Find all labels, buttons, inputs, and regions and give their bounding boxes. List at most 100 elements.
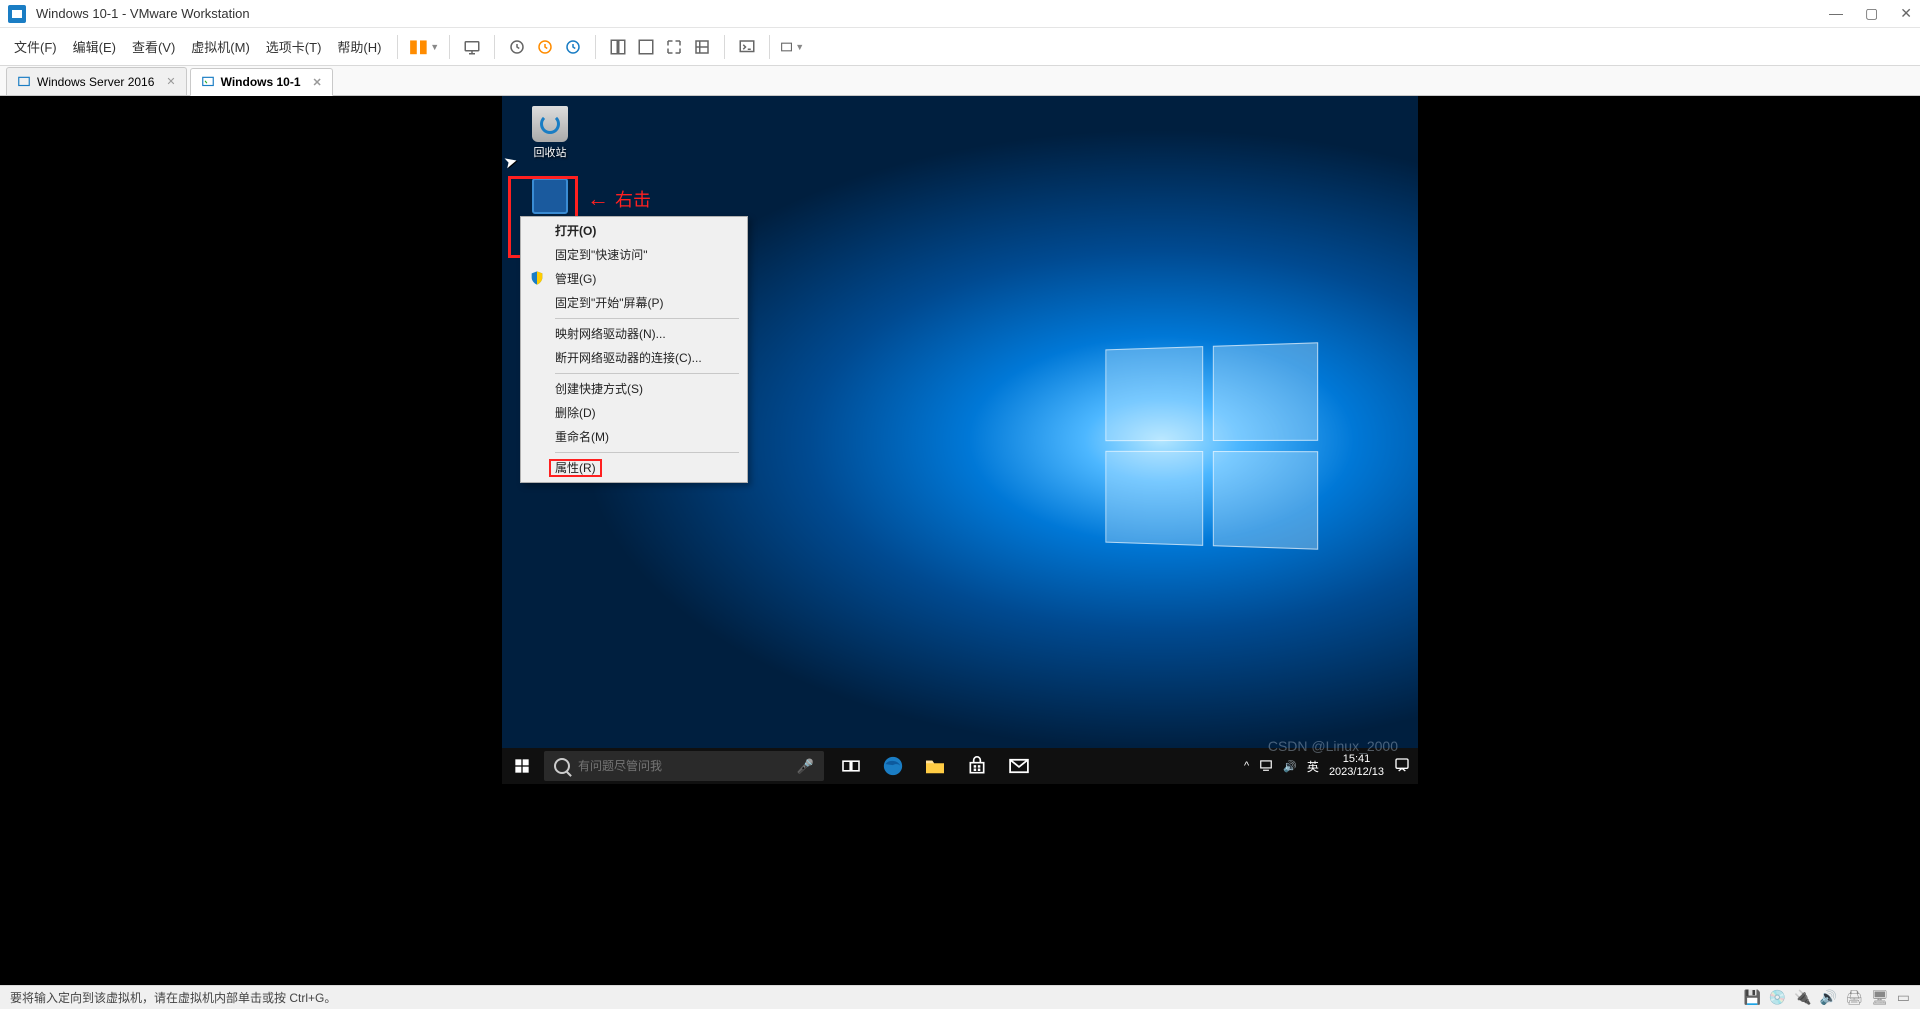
- search-input[interactable]: [578, 759, 789, 773]
- cm-disconnect-network-drive[interactable]: 断开网络驱动器的连接(C)...: [521, 346, 747, 370]
- vmware-status-tray: 💾 💿 🔌 🔊 🖨 🖥 ▭: [1743, 989, 1910, 1006]
- microphone-icon[interactable]: 🎤: [797, 758, 814, 775]
- menu-separator: [397, 35, 398, 59]
- cm-delete[interactable]: 删除(D): [521, 401, 747, 425]
- clock-date: 2023/12/13: [1329, 766, 1384, 779]
- cm-manage[interactable]: 管理(G): [521, 267, 747, 291]
- snapshot-manager-button[interactable]: [561, 35, 585, 59]
- minimize-button[interactable]: —: [1829, 5, 1843, 22]
- send-ctrl-alt-del-button[interactable]: [460, 35, 484, 59]
- network-icon[interactable]: [1259, 758, 1273, 775]
- this-pc-image: [532, 178, 568, 214]
- recycle-bin-label: 回收站: [520, 144, 580, 160]
- store-icon[interactable]: [956, 748, 998, 784]
- toolbar-separator: [449, 35, 450, 59]
- taskbar-search[interactable]: 🎤: [544, 751, 824, 781]
- console-button[interactable]: [735, 35, 759, 59]
- annotation-label: 右击: [615, 186, 651, 212]
- status-more-icon[interactable]: ▭: [1897, 989, 1910, 1006]
- annotation-arrow: ← 右击: [587, 186, 651, 212]
- host-window-title: Windows 10-1 - VMware Workstation: [36, 6, 250, 21]
- cm-separator: [555, 373, 739, 374]
- menu-vm[interactable]: 虚拟机(M): [185, 33, 256, 60]
- view-single-button[interactable]: [606, 35, 630, 59]
- vmware-app-icon: [8, 5, 26, 23]
- recycle-bin-icon[interactable]: 回收站: [520, 106, 580, 160]
- mail-icon[interactable]: [998, 748, 1040, 784]
- cm-pin-start[interactable]: 固定到"开始"屏幕(P): [521, 291, 747, 315]
- status-display-icon[interactable]: 🖥: [1871, 989, 1889, 1006]
- this-pc-icon[interactable]: [520, 178, 580, 216]
- context-menu: 打开(O) 固定到"快速访问" 管理(G) 固定到"开始"屏幕(P) 映射网络驱…: [520, 216, 748, 483]
- status-cd-icon[interactable]: 💿: [1769, 989, 1786, 1006]
- vmware-menubar: 文件(F) 编辑(E) 查看(V) 虚拟机(M) 选项卡(T) 帮助(H) ▮▮…: [0, 28, 1920, 66]
- taskbar-clock[interactable]: 15:41 2023/12/13: [1329, 753, 1384, 779]
- chevron-down-icon[interactable]: ▼: [795, 42, 804, 52]
- vm-tab-icon: [17, 75, 31, 89]
- clock-time: 15:41: [1329, 753, 1384, 766]
- cm-properties[interactable]: 属性(R): [521, 456, 747, 480]
- toolbar-separator: [724, 35, 725, 59]
- maximize-button[interactable]: ▢: [1865, 5, 1878, 22]
- unity-button[interactable]: [690, 35, 714, 59]
- vm-tab-icon: [201, 75, 215, 89]
- menu-tabs[interactable]: 选项卡(T): [260, 33, 328, 60]
- menu-edit[interactable]: 编辑(E): [67, 33, 122, 60]
- vm-tab-win10[interactable]: Windows 10-1 ✕: [190, 68, 333, 96]
- chevron-down-icon[interactable]: ▼: [430, 42, 439, 52]
- language-indicator[interactable]: 英: [1307, 758, 1319, 775]
- menu-help[interactable]: 帮助(H): [331, 33, 387, 60]
- menu-view[interactable]: 查看(V): [126, 33, 181, 60]
- vm-tab-label: Windows 10-1: [221, 75, 301, 89]
- volume-icon[interactable]: 🔊: [1283, 760, 1297, 773]
- action-center-icon[interactable]: [1394, 757, 1410, 776]
- cm-open[interactable]: 打开(O): [521, 219, 747, 243]
- close-button[interactable]: ✕: [1900, 5, 1912, 22]
- statusbar-text: 要将输入定向到该虚拟机，请在虚拟机内部单击或按 Ctrl+G。: [10, 989, 336, 1006]
- task-view-button[interactable]: [830, 748, 872, 784]
- vm-viewport[interactable]: 回收站 ➤ ← 右击 打开(O) 固定到"快速访问" 管理(G) 固定到"开始"…: [0, 96, 1920, 985]
- status-printer-icon[interactable]: 🖨: [1845, 989, 1863, 1006]
- toolbar-separator: [595, 35, 596, 59]
- properties-highlight: 属性(R): [549, 459, 602, 477]
- cm-rename[interactable]: 重命名(M): [521, 425, 747, 449]
- menu-file[interactable]: 文件(F): [8, 33, 63, 60]
- status-disk-icon[interactable]: 💾: [1743, 989, 1760, 1006]
- tab-close-icon[interactable]: ✕: [166, 75, 175, 88]
- view-multi-button[interactable]: [634, 35, 658, 59]
- edge-browser-icon[interactable]: [872, 748, 914, 784]
- window-controls: — ▢ ✕: [1829, 5, 1912, 22]
- status-usb-icon[interactable]: 🔊: [1820, 989, 1837, 1006]
- vm-tabs: Windows Server 2016 ✕ Windows 10-1 ✕: [0, 66, 1920, 96]
- status-network-icon[interactable]: 🔌: [1794, 989, 1811, 1006]
- vm-tab-label: Windows Server 2016: [37, 75, 154, 89]
- file-explorer-icon[interactable]: [914, 748, 956, 784]
- toolbar-separator: [769, 35, 770, 59]
- vm-tab-server2016[interactable]: Windows Server 2016 ✕: [6, 67, 187, 95]
- cm-separator: [555, 318, 739, 319]
- cm-separator: [555, 452, 739, 453]
- host-titlebar: Windows 10-1 - VMware Workstation — ▢ ✕: [0, 0, 1920, 28]
- windows-logo-icon: [514, 758, 530, 774]
- stretch-button[interactable]: ▼: [780, 35, 804, 59]
- shield-icon: [529, 270, 545, 286]
- win10-desktop[interactable]: 回收站 ➤ ← 右击 打开(O) 固定到"快速访问" 管理(G) 固定到"开始"…: [502, 96, 1418, 784]
- tray-caret-icon[interactable]: ^: [1244, 760, 1249, 772]
- host-statusbar: 要将输入定向到该虚拟机，请在虚拟机内部单击或按 Ctrl+G。 💾 💿 🔌 🔊 …: [0, 985, 1920, 1009]
- start-button[interactable]: [502, 748, 542, 784]
- recycle-bin-image: [532, 106, 568, 142]
- toolbar-separator: [494, 35, 495, 59]
- cm-map-network-drive[interactable]: 映射网络驱动器(N)...: [521, 322, 747, 346]
- snapshot-button[interactable]: [505, 35, 529, 59]
- snapshot-revert-button[interactable]: [533, 35, 557, 59]
- pause-vm-button[interactable]: ▮▮▼: [408, 36, 439, 57]
- tab-close-icon[interactable]: ✕: [313, 76, 322, 89]
- search-icon: [554, 758, 570, 774]
- fullscreen-button[interactable]: [662, 35, 686, 59]
- mouse-cursor: ➤: [502, 151, 520, 174]
- system-tray: ^ 🔊 英 15:41 2023/12/13: [1244, 753, 1418, 779]
- cm-create-shortcut[interactable]: 创建快捷方式(S): [521, 377, 747, 401]
- cm-pin-quick-access[interactable]: 固定到"快速访问": [521, 243, 747, 267]
- windows-taskbar: 🎤 ^ 🔊 英: [502, 748, 1418, 784]
- arrow-left-icon: ←: [587, 186, 609, 212]
